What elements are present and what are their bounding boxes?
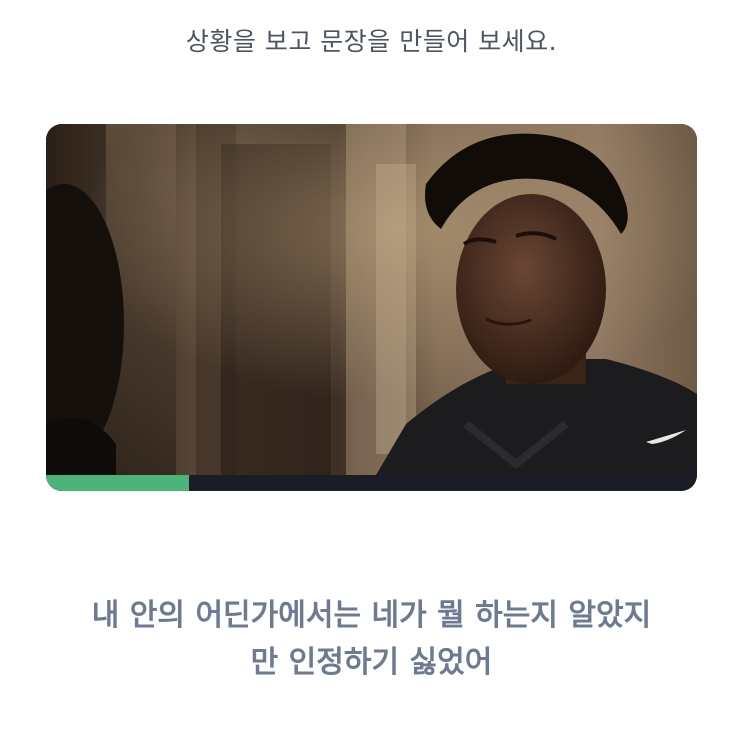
quiz-page: 상황을 보고 문장을 만들어 보세요. 내 안의 어딘가에서는 네가 뭘 하는지…: [0, 0, 743, 743]
instruction-text: 상황을 보고 문장을 만들어 보세요.: [185, 27, 558, 56]
target-sentence: 내 안의 어딘가에서는 네가 뭘 하는지 알았지 만 인정하기 싫었어: [30, 592, 713, 686]
sentence-line-2: 만 인정하기 싫었어: [250, 645, 493, 680]
video-progress-track[interactable]: [46, 475, 697, 491]
video-frame: [46, 124, 697, 475]
sentence-line-1: 내 안의 어딘가에서는 네가 뭘 하는지 알았지: [91, 598, 652, 633]
video-progress-fill: [46, 475, 190, 491]
video-player[interactable]: [46, 124, 697, 491]
